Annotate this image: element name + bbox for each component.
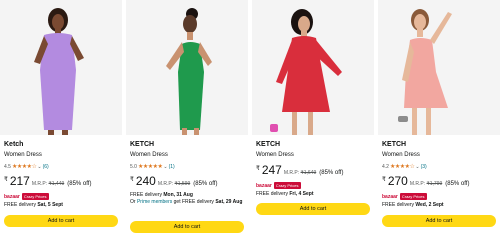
product-image[interactable] [252, 0, 374, 135]
product-brand: Ketch [4, 141, 24, 148]
chevron-down-icon[interactable]: ⌄ [163, 164, 167, 170]
product-rating[interactable]: 4.5 ★★★★☆ ⌄ (6) [4, 163, 49, 171]
discount-percent: (85% off) [67, 181, 92, 187]
product-price: 247 [261, 163, 282, 177]
currency-symbol: ₹ [4, 177, 8, 183]
discount-percent: (85% off) [445, 181, 470, 187]
currency-symbol: ₹ [130, 177, 134, 183]
mrp-label: M.R.P: ₹1,599 [157, 181, 191, 187]
deal-badge-row: bazaar Crazy Prices [382, 193, 427, 200]
dress-model-figure [378, 0, 500, 135]
review-count[interactable]: (6) [43, 164, 49, 170]
star-rating-icon: ★★★★☆ [389, 164, 415, 170]
star-rating-icon: ★★★★☆ [11, 164, 37, 170]
delivery-date: Mon, 31 Aug [163, 192, 193, 198]
product-brand: KETCH [382, 141, 407, 148]
mrp-price: ₹1,649 [300, 170, 317, 176]
product-title[interactable]: Women Dress [256, 152, 294, 158]
product-title[interactable]: Women Dress [130, 152, 168, 158]
crazy-prices-badge: Crazy Prices [399, 193, 427, 200]
crazy-prices-badge: Crazy Prices [273, 182, 301, 189]
bazaar-logo: bazaar [4, 193, 20, 200]
product-brand: KETCH [130, 141, 155, 148]
product-price: 270 [387, 174, 408, 188]
crazy-prices-badge: Crazy Prices [21, 193, 49, 200]
dress-model-figure [126, 0, 248, 135]
currency-symbol: ₹ [382, 177, 386, 183]
mrp-label: M.R.P: ₹1,799 [409, 181, 443, 187]
add-to-cart-button[interactable]: Add to cart [256, 203, 370, 215]
product-rating[interactable]: 4.2 ★★★★☆ ⌄ (3) [382, 163, 427, 171]
product-title[interactable]: Women Dress [4, 152, 42, 158]
product-price: 217 [9, 174, 30, 188]
product-price: 240 [135, 174, 156, 188]
add-to-cart-button[interactable]: Add to cart [4, 215, 118, 227]
delivery-date: Wed, 2 Sept [415, 202, 444, 208]
price-row: ₹ 247 M.R.P: ₹1,649 (85% off) [256, 163, 343, 177]
add-to-cart-button[interactable]: Add to cart [382, 215, 496, 227]
dress-model-figure [0, 0, 122, 135]
delivery-info: FREE delivery Sat, 5 Sept [4, 202, 63, 208]
mrp-price: ₹1,599 [174, 181, 191, 187]
product-grid: Ketch Women Dress 4.5 ★★★★☆ ⌄ (6) ₹ 217 … [0, 0, 500, 245]
product-card[interactable]: KETCH Women Dress 5.0 ★★★★★ ⌄ (1) ₹ 240 … [126, 0, 248, 245]
bazaar-logo: bazaar [382, 193, 398, 200]
product-card[interactable]: Ketch Women Dress 4.5 ★★★★☆ ⌄ (6) ₹ 217 … [0, 0, 122, 245]
deal-badge-row: bazaar Crazy Prices [256, 182, 301, 189]
price-row: ₹ 240 M.R.P: ₹1,599 (85% off) [130, 174, 217, 188]
delivery-date: Fri, 4 Sept [289, 191, 314, 197]
review-count[interactable]: (1) [169, 164, 175, 170]
bazaar-logo: bazaar [256, 182, 272, 189]
product-rating[interactable]: 5.0 ★★★★★ ⌄ (1) [130, 163, 175, 171]
product-image[interactable] [126, 0, 248, 135]
discount-percent: (85% off) [319, 170, 344, 176]
deal-badge-row: bazaar Crazy Prices [4, 193, 49, 200]
rating-value: 4.5 [4, 163, 11, 170]
mrp-price: ₹1,799 [426, 181, 443, 187]
product-image[interactable] [378, 0, 500, 135]
delivery-info: FREE delivery Wed, 2 Sept [382, 202, 444, 208]
delivery-info: FREE delivery Mon, 31 Aug Or Prime membe… [130, 192, 243, 205]
product-card[interactable]: KETCH Women Dress 4.2 ★★★★☆ ⌄ (3) ₹ 270 … [378, 0, 500, 245]
chevron-down-icon[interactable]: ⌄ [415, 164, 419, 170]
product-title[interactable]: Women Dress [382, 152, 420, 158]
delivery-date: Sat, 5 Sept [37, 202, 63, 208]
price-row: ₹ 217 M.R.P: ₹1,449 (85% off) [4, 174, 91, 188]
currency-symbol: ₹ [256, 166, 260, 172]
discount-percent: (85% off) [193, 181, 218, 187]
delivery-info: FREE delivery Fri, 4 Sept [256, 191, 314, 197]
rating-value: 5.0 [130, 163, 137, 170]
mrp-price: ₹1,449 [48, 181, 65, 187]
star-rating-icon: ★★★★★ [137, 164, 163, 170]
product-brand: KETCH [256, 141, 281, 148]
price-row: ₹ 270 M.R.P: ₹1,799 (85% off) [382, 174, 469, 188]
rating-value: 4.2 [382, 163, 389, 170]
product-image[interactable] [0, 0, 122, 135]
dress-model-figure [252, 0, 374, 135]
mrp-label: M.R.P: ₹1,649 [283, 170, 317, 176]
add-to-cart-button[interactable]: Add to cart [130, 221, 244, 233]
mrp-label: M.R.P: ₹1,449 [31, 181, 65, 187]
prime-members-link[interactable]: Prime members [137, 199, 172, 205]
review-count[interactable]: (3) [421, 164, 427, 170]
prime-delivery-date: Sat, 29 Aug [215, 199, 243, 205]
chevron-down-icon[interactable]: ⌄ [37, 164, 41, 170]
product-card[interactable]: KETCH Women Dress ₹ 247 M.R.P: ₹1,649 (8… [252, 0, 374, 245]
